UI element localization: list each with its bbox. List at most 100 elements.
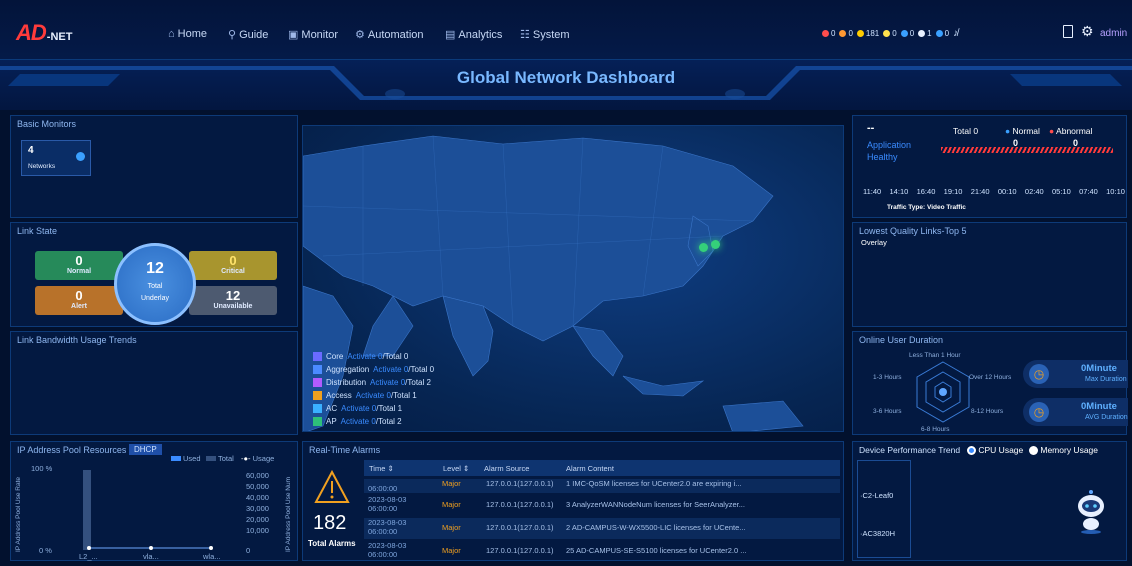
- link-alert-label: Alert: [71, 303, 87, 310]
- normal-dot-icon: ●: [1005, 126, 1011, 136]
- legend-access: Access Activate 0/Total 1: [313, 391, 417, 401]
- alarm-source: 127.0.0.1(127.0.0.1): [486, 479, 554, 488]
- link-critical-value: 0: [229, 253, 237, 268]
- document-icon[interactable]: [1063, 25, 1073, 38]
- memory-usage-option[interactable]: Memory Usage: [1029, 445, 1099, 456]
- normal-legend: ● Normal: [1005, 126, 1040, 136]
- cpu-usage-option[interactable]: CPU Usage: [967, 445, 1023, 456]
- distribution-icon: [313, 378, 322, 388]
- link-unavailable-value: 12: [225, 288, 241, 303]
- nav-guide[interactable]: ⚲ Guide: [228, 28, 268, 41]
- alarm-badges[interactable]: 0 0 181 0 0 1 0 ♪̸: [822, 28, 958, 39]
- settings-gear-icon[interactable]: ⚙: [1081, 23, 1094, 40]
- mute-icon[interactable]: ♪̸: [953, 28, 958, 39]
- access-icon: [313, 391, 322, 401]
- col-level[interactable]: Level ⇕: [443, 464, 469, 473]
- total-alarms-label: Total Alarms: [308, 539, 356, 548]
- duration-axis-label: Over 12 Hours: [969, 374, 1012, 381]
- legend-total: Total: [206, 454, 234, 463]
- link-state-panel: Link State 0 Normal 0 Critical 0 Alert 12 Un…: [10, 222, 298, 327]
- nav-home[interactable]: ⌂ Home: [168, 28, 207, 40]
- admin-user-menu[interactable]: admin: [1100, 28, 1127, 39]
- clock-icon: ◷: [1029, 402, 1049, 422]
- time-label: 05:10: [1051, 187, 1071, 196]
- badge-count: 181: [865, 29, 880, 38]
- total-underlay-circle[interactable]: 12 Total Underlay: [114, 243, 196, 325]
- world-map-view[interactable]: Core Activate 0/Total 0 Aggregation Activa…: [302, 125, 844, 432]
- page-title: Global Network Dashboard: [456, 68, 676, 87]
- alarm-content: 1 IMC-QoSM licenses for UCenter2.0 are e…: [566, 479, 742, 488]
- legend-name: Access: [326, 391, 352, 400]
- x-label: wla...: [203, 552, 221, 561]
- alarm-row[interactable]: 2023-08-03 06:00:00 Major 127.0.0.1(127.…: [364, 518, 840, 539]
- warning-dot-icon: [883, 30, 891, 37]
- alarm-time: 2023-08-03 06:00:00: [368, 495, 407, 513]
- alarm-row[interactable]: 2023-08-03 06:00:00 Major 127.0.0.1(127.…: [364, 541, 840, 560]
- panel-title: Online User Duration: [859, 335, 944, 345]
- max-duration-label: Max Duration: [1085, 376, 1127, 383]
- networks-tile[interactable]: 4 Networks: [21, 140, 91, 176]
- legend-activate: Activate 0: [355, 391, 391, 400]
- device-location-marker[interactable]: [699, 243, 708, 252]
- time-label: 02:40: [1024, 187, 1044, 196]
- memory-usage-label: Memory Usage: [1040, 445, 1099, 455]
- legend-total: /Total 1: [376, 404, 403, 413]
- device-item[interactable]: ·AC3820H: [860, 529, 895, 538]
- nav-system-label: System: [532, 29, 570, 41]
- link-normal-tile[interactable]: 0 Normal: [35, 251, 123, 280]
- y-right-tick: 50,000: [246, 482, 269, 491]
- link-unavailable-tile[interactable]: 12 Unavailable: [189, 286, 277, 315]
- alarm-source: 127.0.0.1(127.0.0.1): [486, 500, 554, 509]
- duration-axis-label: 3-6 Hours: [873, 408, 902, 415]
- total-alarms-count: 182: [313, 512, 347, 534]
- link-critical-tile[interactable]: 0 Critical: [189, 251, 277, 280]
- alarm-content: 25 AD-CAMPUS-SE-S5100 licenses for UCent…: [566, 546, 747, 555]
- device-item[interactable]: ·C2-Leaf0: [860, 491, 893, 500]
- alarm-level: Major: [442, 546, 461, 555]
- col-time[interactable]: Time ⇕: [369, 464, 394, 473]
- online-user-duration-panel: Online User Duration Less Than 1 Hour 1-…: [852, 331, 1128, 435]
- alarm-row[interactable]: 06:00:00 Major 127.0.0.1(127.0.0.1) 1 IM…: [364, 479, 840, 493]
- device-name: AC3820H: [862, 529, 896, 538]
- duration-axis-label: 6-8 Hours: [921, 426, 950, 433]
- total-swatch-icon: [206, 456, 216, 461]
- device-location-marker[interactable]: [711, 240, 720, 249]
- y-left-max: 100 %: [31, 464, 53, 473]
- badge-count: 0: [848, 29, 853, 38]
- time-label: 16:40: [916, 187, 936, 196]
- networks-label: Networks: [28, 163, 56, 170]
- legend-name: Core: [326, 352, 344, 361]
- link-normal-value: 0: [75, 253, 83, 268]
- nav-analytics[interactable]: ▤ Analytics: [445, 28, 502, 41]
- legend-activate: Activate 0: [347, 352, 383, 361]
- healthy-label: Healthy: [867, 152, 898, 162]
- duration-radar-chart: [916, 361, 970, 423]
- basic-monitors-panel: Basic Monitors 4 Networks: [10, 115, 298, 218]
- application-health-panel: -- Application Healthy Total 0 ● Normal …: [852, 115, 1127, 218]
- nav-monitor[interactable]: ▣ Monitor: [288, 28, 338, 41]
- underlay-label: Underlay: [140, 295, 169, 302]
- panel-title: IP Address Pool Resources: [17, 445, 127, 455]
- app-health-placeholder: --: [867, 122, 875, 134]
- pool-bar-total[interactable]: [83, 470, 91, 550]
- panel-title: Device Performance Trend: [859, 445, 961, 455]
- robot-assistant-icon[interactable]: [1073, 486, 1109, 534]
- legend-used: Used: [171, 454, 201, 463]
- warning-triangle-icon: [314, 470, 350, 503]
- avg-duration-card: ◷ 0Minute AVG Duration: [1023, 398, 1128, 426]
- dhcp-tab[interactable]: DHCP: [129, 444, 162, 455]
- legend-usage-label: Usage: [252, 454, 275, 463]
- app-logo[interactable]: AD-NET: [16, 20, 72, 46]
- nav-analytics-label: Analytics: [458, 29, 503, 41]
- badge-count: 0: [892, 29, 897, 38]
- nav-guide-label: Guide: [239, 29, 269, 41]
- legend-total: /Total 0: [382, 352, 409, 361]
- event-dot-icon: [935, 30, 943, 37]
- nav-system[interactable]: ☷ System: [520, 28, 570, 41]
- link-alert-tile[interactable]: 0 Alert: [35, 286, 123, 315]
- ip-pool-panel: IP Address Pool Resources DHCP Used Tota…: [10, 441, 298, 561]
- nav-automation[interactable]: ⚙ Automation: [355, 28, 424, 41]
- x-label: vla...: [143, 552, 159, 561]
- legend-total: /Total 1: [390, 391, 417, 400]
- alarm-row[interactable]: 2023-08-03 06:00:00 Major 127.0.0.1(127.…: [364, 495, 840, 516]
